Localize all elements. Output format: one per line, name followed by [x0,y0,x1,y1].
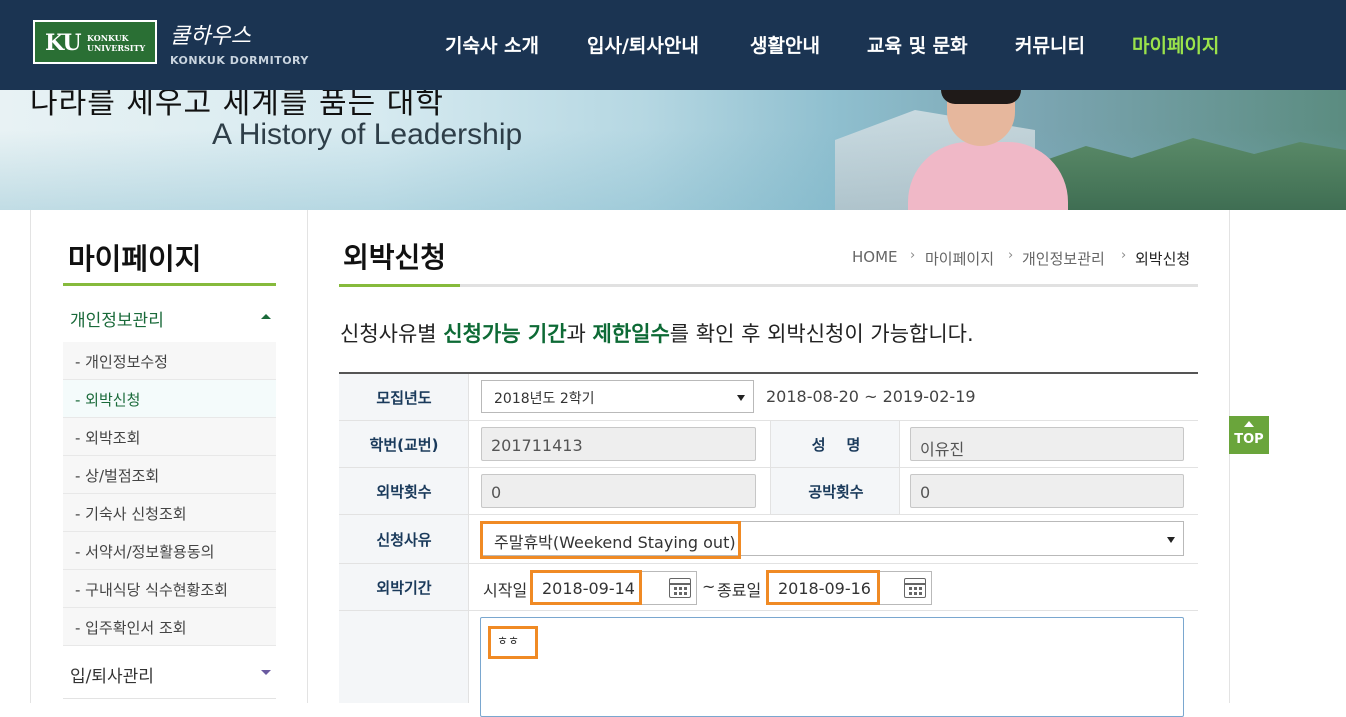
semester-select-value: 2018년도 2학기 [494,391,595,407]
row-header-period: 외박기간 [339,564,469,610]
reason-label: 신청사유 [376,531,432,549]
student-id-field: 201711413 [481,427,756,461]
official-count-value: 0 [920,483,931,502]
banner-person-hair [941,90,1021,104]
nav-dormitory-intro[interactable]: 기숙사 소개 [445,31,539,58]
sidebar-item-pledge-consent[interactable]: - 서약서/정보활용동의 [63,532,276,570]
sidebar-item-outing-request[interactable]: - 외박신청 [63,380,276,418]
breadcrumb-separator-icon: › [910,248,916,263]
notice-highlight-period: 신청가능 기간 [443,322,567,346]
nav-education-culture[interactable]: 교육 및 문화 [867,31,968,58]
nav-move-in-out[interactable]: 입사/퇴사안내 [587,31,699,58]
semester-select[interactable]: 2018년도 2학기 [481,380,754,413]
row-header-year: 모집년도 [339,374,469,420]
notice-highlight-limit: 제한일수 [592,322,670,346]
dropdown-caret-icon [1167,537,1175,543]
calendar-icon[interactable] [669,578,691,598]
breadcrumb-separator-icon: › [1008,248,1014,263]
start-date-highlight-box [530,570,642,605]
sidebar-title-underline [63,283,276,286]
name-value: 이유진 [920,440,965,459]
sidebar-group-label: 개인정보관리 [70,311,164,331]
official-count-label: 공박횟수 [808,483,864,501]
end-date-label: 종료일 [717,581,762,600]
site-header: KU KONKUK UNIVERSITY 쿨하우스 KONKUK DORMITOR… [0,0,1346,90]
row-header-outing-count: 외박횟수 [339,468,469,514]
title-divider [339,284,1198,287]
sidebar-item-outing-lookup[interactable]: - 외박조회 [63,418,276,456]
konkuk-logo[interactable]: KU KONKUK UNIVERSITY [33,20,157,64]
logo-university-text: KONKUK UNIVERSITY [87,33,146,53]
sidebar-item-application-lookup[interactable]: - 기숙사 신청조회 [63,494,276,532]
outing-count-field: 0 [481,474,756,508]
sidebar-item-label: - 외박신청 [75,391,141,409]
sidebar-item-label: - 기숙사 신청조회 [75,505,187,523]
notice-text: 신청사유별 신청가능 기간과 제한일수를 확인 후 외박신청이 가능합니다. [340,322,974,346]
breadcrumb-personal-info[interactable]: 개인정보관리 [1022,248,1105,269]
caret-down-icon [261,670,271,675]
sidebar-item-merit-penalty[interactable]: - 상/벌점조회 [63,456,276,494]
banner-slogan-english: A History of Leadership [212,118,523,151]
top-button-label: TOP [1234,432,1264,447]
official-count-field: 0 [910,474,1184,508]
memo-highlight-box [488,626,538,659]
arrow-up-icon [1244,421,1254,427]
row-header-memo [339,611,469,703]
sidebar-group-personal-info[interactable]: 개인정보관리 [63,287,276,343]
breadcrumb-separator-icon: › [1121,248,1127,263]
sidebar-item-label: - 입주확인서 조회 [75,619,187,637]
calendar-icon[interactable] [904,578,926,598]
breadcrumb-current: 외박신청 [1135,250,1191,268]
brand-english: KONKUK DORMITORY [170,54,309,67]
sidebar-item-residence-certificate[interactable]: - 입주확인서 조회 [63,608,276,646]
semester-period: 2018-08-20 ~ 2019-02-19 [766,387,976,406]
sidebar-group-label: 입/퇴사관리 [70,667,154,687]
student-id-label: 학번(교번) [369,436,439,454]
title-divider-accent [339,284,460,287]
nav-living-guide[interactable]: 생활안내 [750,31,820,58]
name-label: 성 명 [811,436,861,454]
sidebar-group-move-management[interactable]: 입/퇴사관리 [63,643,276,699]
dropdown-caret-icon [737,395,745,401]
period-label: 외박기간 [376,579,432,597]
outing-count-label: 외박횟수 [376,483,432,501]
brand-script-logo[interactable]: 쿨하우스 [170,18,251,50]
student-id-value: 201711413 [491,436,583,455]
logo-ku-text: KU [45,30,82,56]
year-label: 모집년도 [376,389,432,407]
sidebar-divider [307,210,308,703]
sidebar-item-label: - 개인정보수정 [75,353,168,371]
end-date-highlight-box [766,570,880,605]
scroll-top-button[interactable]: TOP [1229,416,1269,454]
nav-mypage[interactable]: 마이페이지 [1132,31,1219,58]
sidebar-item-cafeteria-status[interactable]: - 구내식당 식수현황조회 [63,570,276,608]
row-header-name: 성 명 [770,421,900,467]
outing-count-value: 0 [491,483,502,502]
breadcrumb-mypage[interactable]: 마이페이지 [925,248,994,269]
page-title: 외박신청 [343,241,447,274]
nav-community[interactable]: 커뮤니티 [1015,31,1085,58]
sidebar-item-label: - 구내식당 식수현황조회 [75,581,228,599]
period-tilde: ~ [702,577,716,596]
sidebar-item-label: - 상/벌점조회 [75,467,160,485]
sidebar-title: 마이페이지 [68,242,202,276]
name-field: 이유진 [910,427,1184,461]
caret-up-icon [261,314,271,319]
row-header-student-id: 학번(교번) [339,421,469,467]
row-header-official-count: 공박횟수 [770,468,900,514]
start-date-label: 시작일 [483,581,528,600]
row-header-reason: 신청사유 [339,515,469,563]
breadcrumb-home[interactable]: HOME [852,248,898,266]
sidebar-item-edit-info[interactable]: - 개인정보수정 [63,342,276,380]
reason-highlight-box [480,521,741,559]
hero-banner: 나라를 세우고 세계를 품는 대학 A History of Leadershi… [0,90,1346,210]
sidebar-item-label: - 외박조회 [75,429,141,447]
sidebar-item-label: - 서약서/정보활용동의 [75,543,215,561]
memo-textarea[interactable]: ㅎㅎ [480,617,1184,717]
